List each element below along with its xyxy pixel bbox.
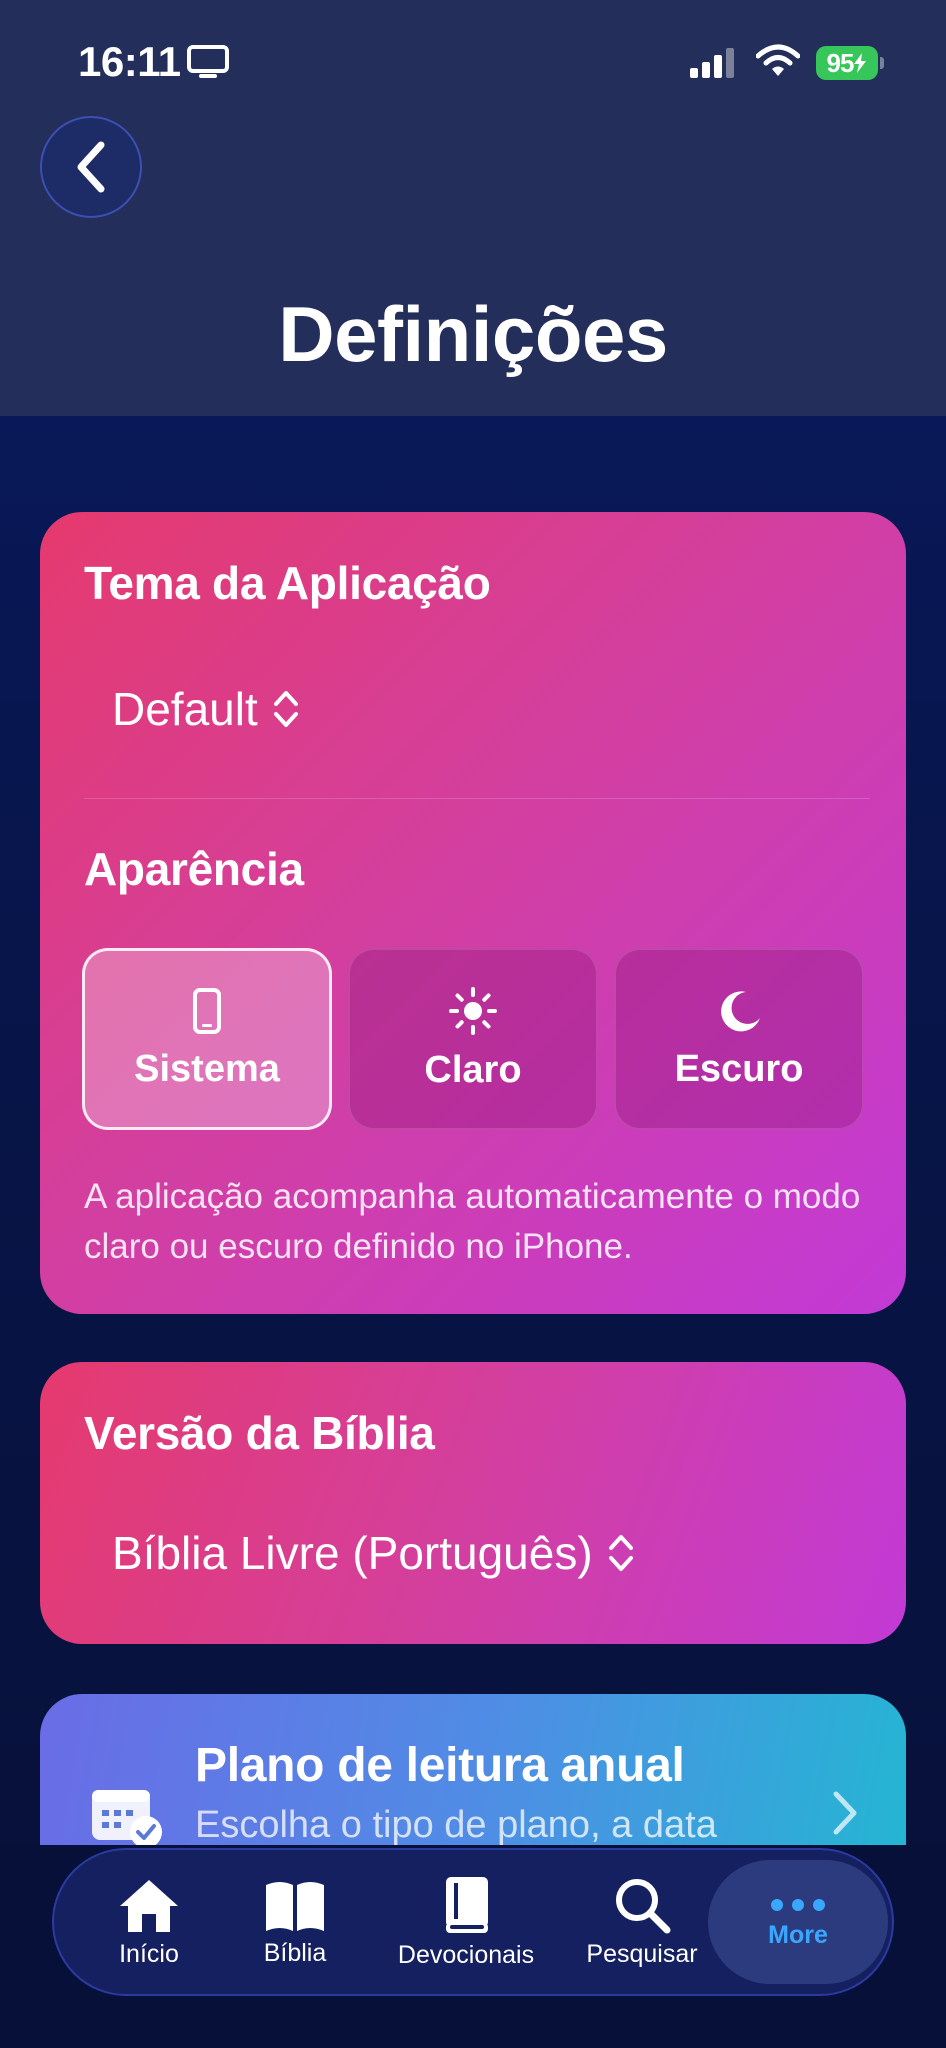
cellular-signal-icon	[690, 48, 738, 83]
appearance-option-claro[interactable]: Claro	[348, 948, 598, 1130]
bible-version-heading: Versão da Bíblia	[84, 1407, 435, 1459]
page-title: Definições	[278, 290, 668, 378]
reading-plan-subtitle: Escolha o tipo de plano, a data	[195, 1804, 717, 1846]
back-button[interactable]	[40, 116, 142, 218]
battery-nub	[880, 57, 884, 69]
appearance-heading: Aparência	[84, 843, 304, 895]
header: 16:11 95 Definições	[0, 0, 946, 416]
chevron-up-down-icon	[273, 691, 298, 727]
chevron-left-icon	[77, 141, 105, 193]
search-icon	[616, 1878, 671, 1933]
battery-charging-icon: 95	[816, 46, 878, 80]
tab-label: Pesquisar	[586, 1939, 698, 1968]
appearance-option-sistema[interactable]: Sistema	[82, 948, 332, 1130]
tab-biblia[interactable]: Bíblia	[240, 1850, 350, 1994]
bible-version-value: Bíblia Livre (Português)	[112, 1527, 593, 1579]
reading-plan-title: Plano de leitura anual	[195, 1739, 685, 1792]
tab-label: More	[768, 1920, 828, 1949]
theme-card: Tema da Aplicação Default Aparência Sist…	[40, 512, 906, 1314]
book-icon	[446, 1876, 488, 1933]
tab-more[interactable]: More	[708, 1860, 888, 1984]
sun-icon	[449, 986, 497, 1035]
appearance-option-label: Escuro	[674, 1047, 804, 1090]
wifi-icon	[755, 44, 801, 83]
appearance-option-escuro[interactable]: Escuro	[614, 948, 864, 1130]
battery-level: 95	[826, 47, 855, 78]
theme-heading: Tema da Aplicação	[84, 557, 491, 609]
appearance-option-label: Claro	[424, 1048, 522, 1091]
ellipsis-icon	[771, 1898, 825, 1911]
house-icon	[120, 1879, 178, 1932]
appearance-option-label: Sistema	[134, 1047, 280, 1090]
status-time: 16:11	[78, 38, 181, 85]
open-book-icon	[266, 1881, 324, 1931]
divider	[84, 798, 870, 799]
bible-version-card: Versão da Bíblia Bíblia Livre (Português…	[40, 1362, 906, 1644]
theme-picker[interactable]: Default	[112, 682, 300, 736]
tab-label: Bíblia	[263, 1938, 327, 1967]
tab-inicio[interactable]: Início	[94, 1850, 204, 1994]
phone-icon	[193, 987, 221, 1034]
chevron-right-icon	[830, 1790, 860, 1841]
moon-icon	[721, 990, 760, 1031]
chevron-up-down-icon	[608, 1535, 633, 1571]
appearance-description: A aplicação acompanha automaticamente o …	[84, 1177, 861, 1266]
tab-bar: Início Bíblia Devocionais Pesquisar More	[52, 1848, 894, 1996]
screen-mirroring-icon	[186, 44, 230, 85]
tab-pesquisar[interactable]: Pesquisar	[582, 1850, 702, 1994]
bible-version-picker[interactable]: Bíblia Livre (Português)	[112, 1526, 635, 1580]
tab-devocionais[interactable]: Devocionais	[386, 1850, 546, 1994]
theme-picker-value: Default	[112, 683, 258, 735]
tab-label: Devocionais	[397, 1940, 535, 1969]
tab-label: Início	[119, 1939, 179, 1968]
